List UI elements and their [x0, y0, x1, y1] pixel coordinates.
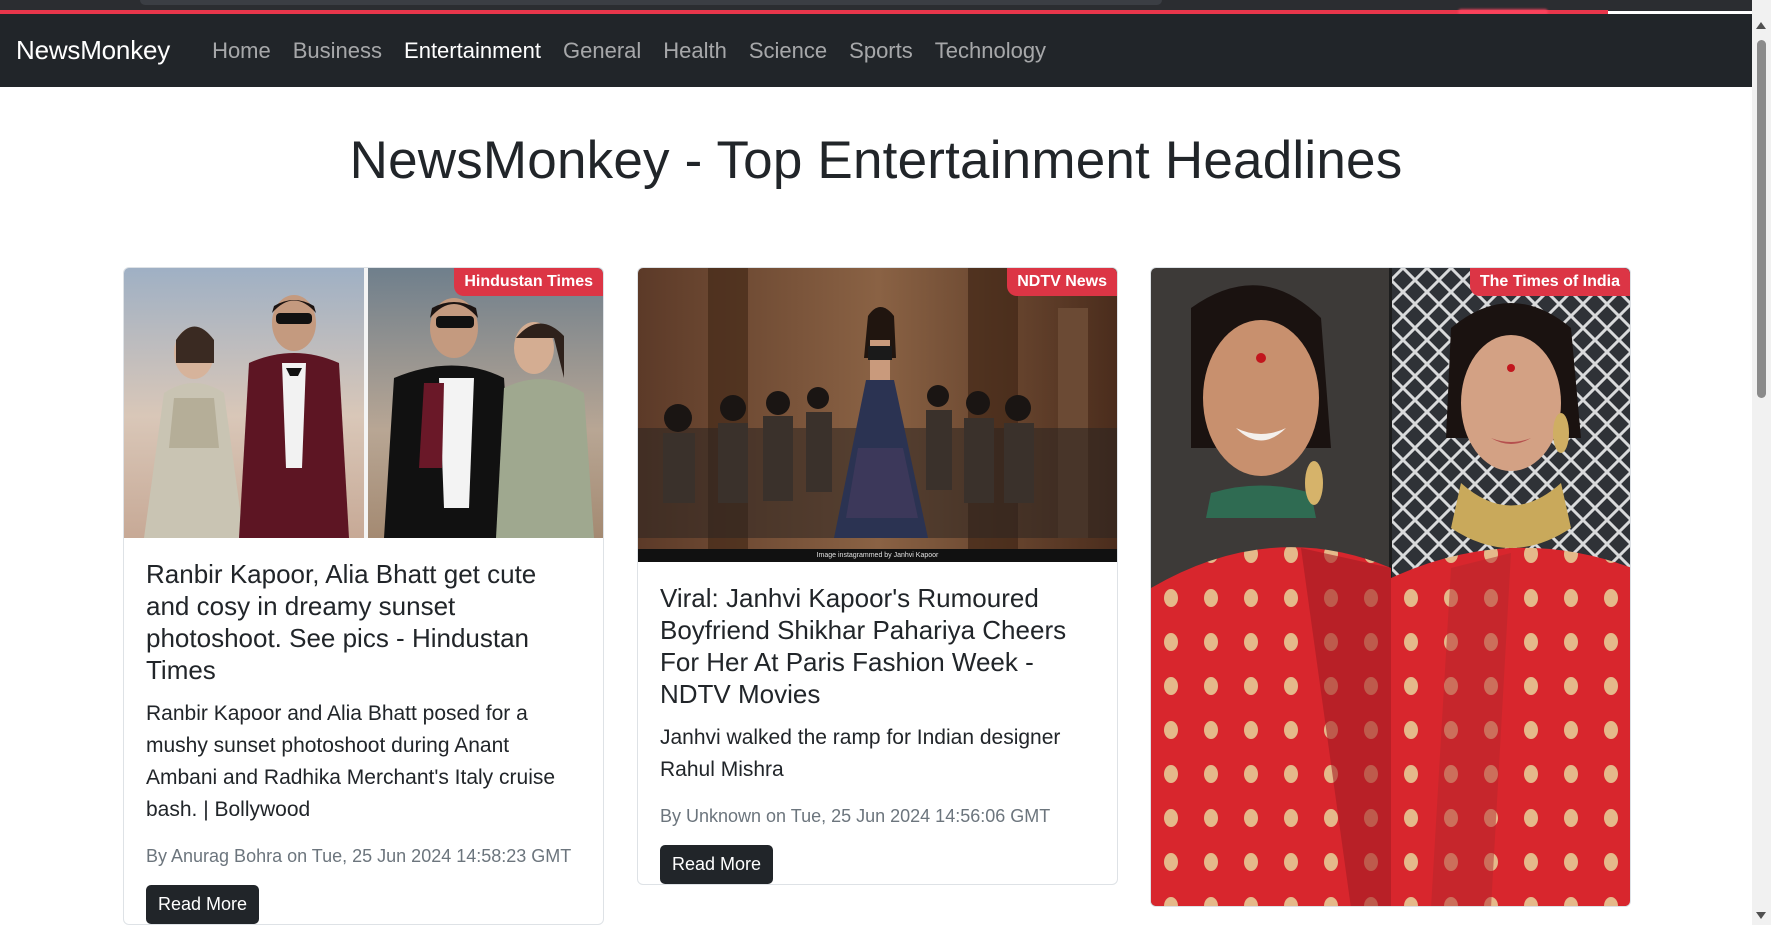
scroll-down-arrow-icon[interactable]: [1756, 912, 1766, 919]
nav-links: Home Business Entertainment General Heal…: [201, 38, 1057, 64]
address-bar-edge: [140, 0, 1162, 5]
source-badge: Hindustan Times: [454, 268, 603, 296]
couple-photo-image: [124, 268, 603, 538]
news-card-image[interactable]: NDTV News Image instagrammed by Janhvi K…: [638, 268, 1117, 562]
page-title: NewsMonkey - Top Entertainment Headlines: [349, 131, 1403, 190]
news-card-description: Janhvi walked the ramp for Indian design…: [660, 726, 1061, 781]
scrollbar-thumb[interactable]: [1757, 40, 1766, 398]
news-card-title: Ranbir Kapoor, Alia Bhatt get cute and c…: [146, 559, 537, 685]
navbar: NewsMonkey Home Business Entertainment G…: [0, 14, 1752, 87]
news-card-body: Ranbir Kapoor, Alia Bhatt get cute and c…: [124, 538, 603, 924]
nav-link-business[interactable]: Business: [282, 38, 393, 64]
read-more-button[interactable]: Read More: [660, 845, 774, 884]
news-card-meta: By Anurag Bohra on Tue, 25 Jun 2024 14:5…: [146, 846, 572, 866]
image-caption: Image instagrammed by Janhvi Kapoor: [816, 552, 939, 559]
news-card-image[interactable]: Hindustan Times: [124, 268, 603, 538]
scroll-up-arrow-icon[interactable]: [1756, 22, 1766, 29]
runway-photo-image: [638, 268, 1117, 562]
news-card: The Times of India: [1150, 267, 1631, 907]
news-card: NDTV News Image instagrammed by Janhvi K…: [637, 267, 1118, 885]
news-card-meta: By Unknown on Tue, 25 Jun 2024 14:56:06 …: [660, 806, 1051, 826]
read-more-button[interactable]: Read More: [146, 885, 260, 924]
nav-link-sports[interactable]: Sports: [838, 38, 924, 64]
nav-link-technology[interactable]: Technology: [924, 38, 1057, 64]
nav-link-science[interactable]: Science: [738, 38, 838, 64]
nav-link-home[interactable]: Home: [201, 38, 282, 64]
news-card-body: Viral: Janhvi Kapoor's Rumoured Boyfrien…: [638, 562, 1117, 884]
nav-link-entertainment[interactable]: Entertainment: [393, 38, 552, 64]
saree-photo-image: [1151, 268, 1630, 906]
news-card-image[interactable]: The Times of India: [1151, 268, 1630, 906]
news-card: Hindustan Times Ranbir Kapoor, Alia Bhat…: [123, 267, 604, 925]
nav-link-health[interactable]: Health: [652, 38, 738, 64]
news-card-title: Viral: Janhvi Kapoor's Rumoured Boyfrien…: [660, 583, 1067, 709]
source-badge: The Times of India: [1469, 268, 1630, 296]
page-scrollbar[interactable]: [1752, 0, 1771, 925]
nav-link-general[interactable]: General: [552, 38, 652, 64]
brand-link[interactable]: NewsMonkey: [16, 35, 170, 66]
news-card-description: Ranbir Kapoor and Alia Bhatt posed for a…: [146, 702, 556, 821]
source-badge: NDTV News: [1007, 268, 1117, 296]
